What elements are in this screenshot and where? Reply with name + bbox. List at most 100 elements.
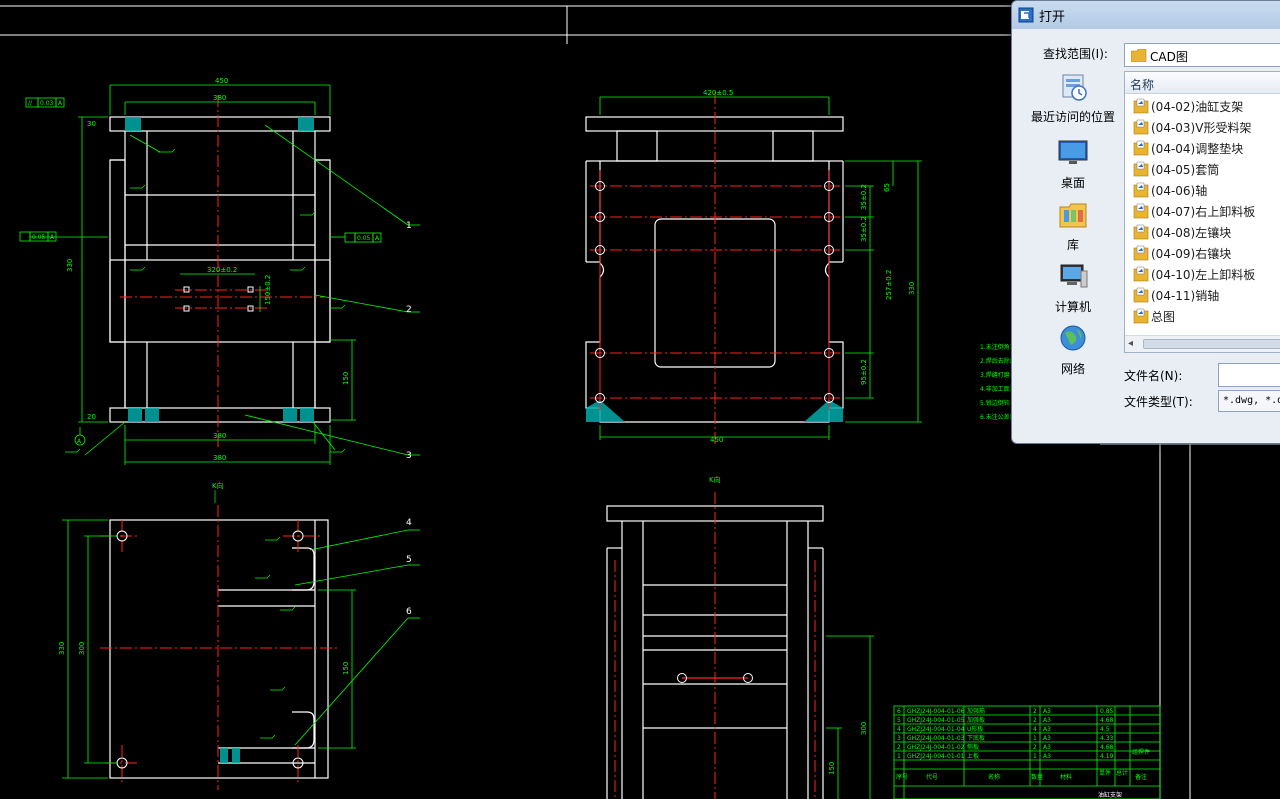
- network-icon: [1060, 325, 1086, 351]
- file-list-item[interactable]: (04-10)左上卸料板: [1133, 264, 1280, 284]
- file-list-item[interactable]: (04-02)油缸支架: [1133, 96, 1280, 116]
- svg-text:380: 380: [213, 454, 226, 462]
- dwg-file-icon: [1133, 98, 1149, 114]
- file-name: (04-03)V形受料架: [1151, 121, 1252, 135]
- file-list[interactable]: 名称 ^ (04-02)油缸支架 (04-03)V形受料架 (04-04)调整垫块 (…: [1124, 71, 1280, 353]
- place-computer[interactable]: 计算机: [1018, 261, 1128, 321]
- leader-label-2: 2: [406, 305, 412, 315]
- place-label-recent: 最近访问的位置: [1030, 110, 1115, 124]
- svg-text:450: 450: [215, 77, 228, 85]
- scroll-left-icon[interactable]: ◂: [1128, 338, 1133, 349]
- bom-cell-code: GHZJ24J-004-01-01: [907, 753, 965, 760]
- dwg-file-icon: [1133, 161, 1149, 177]
- bom-cell-w: 4.5: [1100, 726, 1110, 733]
- side-view: 420±0.5 450 330 65 35±0.2 35±0.2 257±0.2…: [585, 89, 1029, 445]
- place-desktop[interactable]: 桌面: [1018, 137, 1128, 197]
- look-in-value: CAD图: [1150, 50, 1188, 64]
- horizontal-scrollbar[interactable]: ◂ ▸: [1125, 335, 1280, 352]
- k-view-right: 300 150 K向: [606, 475, 874, 799]
- column-header-name[interactable]: 名称 ^: [1125, 72, 1280, 94]
- file-name: (04-07)右上卸料板: [1151, 205, 1256, 219]
- svg-text:65: 65: [883, 183, 891, 192]
- bom-cell-w: 4.68: [1100, 717, 1114, 724]
- k-view-left: 330 300 150 K向 4 5 6: [58, 481, 420, 790]
- bom-cell-code: GHZJ24J-004-01-04: [907, 726, 965, 733]
- parallelism-symbol: //: [28, 100, 33, 107]
- filetype-select[interactable]: *.dwg, *.dxf: [1218, 390, 1280, 412]
- file-list-item[interactable]: (04-08)左镶块: [1133, 222, 1280, 242]
- file-list-item[interactable]: (04-05)套筒: [1133, 159, 1280, 179]
- svg-text:320±0.2: 320±0.2: [207, 266, 237, 274]
- svg-text:380: 380: [213, 94, 226, 102]
- file-list-item[interactable]: (04-03)V形受料架: [1133, 117, 1280, 137]
- place-network[interactable]: 网络: [1018, 323, 1128, 383]
- bom-cell-mat: A3: [1043, 753, 1051, 760]
- bom-header-name: 名称: [988, 773, 1000, 781]
- svg-text:330: 330: [58, 642, 66, 655]
- svg-text:300: 300: [860, 722, 868, 735]
- dwg-file-icon: [1133, 287, 1149, 303]
- dialog-titlebar[interactable]: 打开: [1012, 1, 1280, 29]
- bom-cell-no: 5: [897, 717, 901, 724]
- place-library[interactable]: 库: [1018, 199, 1128, 259]
- svg-text:257±0.2: 257±0.2: [885, 270, 893, 300]
- file-list-item[interactable]: 总图: [1133, 306, 1280, 326]
- bom-cell-w: 4.19: [1100, 753, 1114, 760]
- file-name: 总图: [1151, 310, 1176, 324]
- file-list-item[interactable]: (04-09)右镶块: [1133, 243, 1280, 263]
- file-name: (04-11)销轴: [1151, 289, 1220, 303]
- bom-cell-name: 上板: [967, 752, 979, 760]
- bom-cell-no: 3: [897, 735, 901, 742]
- desktop-icon: [1058, 140, 1088, 164]
- file-list-item[interactable]: (04-06)轴: [1133, 180, 1280, 200]
- bom-cell-w: 4.33: [1100, 735, 1114, 742]
- bom-header-note: 备注: [1135, 773, 1147, 781]
- file-name: (04-06)轴: [1151, 184, 1208, 198]
- bom-cell-qty: 1: [1033, 735, 1037, 742]
- bom-table: 6 GHZJ24J-004-01-06 加强筋 2 A3 0.85 5 GHZJ24J-004…: [893, 705, 1161, 799]
- perp-right-value: 0.05: [357, 235, 371, 242]
- library-icon: [1059, 203, 1087, 228]
- k-view-label-right: K向: [709, 475, 721, 484]
- bom-cell-w: 4.68: [1100, 744, 1114, 751]
- svg-text:20: 20: [87, 413, 96, 421]
- front-view: 450 380 330 380 380 150 30 20 320±0.2 15…: [19, 77, 420, 465]
- file-list-item[interactable]: (04-07)右上卸料板: [1133, 201, 1280, 221]
- file-list-item[interactable]: (04-04)调整垫块: [1133, 138, 1280, 158]
- bom-cell-code: GHZJ24J-004-01-05: [907, 717, 965, 724]
- perp-right-ref: A: [375, 235, 380, 242]
- svg-text:35±0.2: 35±0.2: [860, 216, 868, 242]
- dwg-file-icon: [1133, 140, 1149, 156]
- bom-header-unit: 单件: [1099, 769, 1111, 777]
- svg-text:95±0.2: 95±0.2: [860, 359, 868, 385]
- leader-label-1: 1: [406, 221, 412, 231]
- bom-cell-name: 加强板: [967, 716, 985, 724]
- svg-text:35±0.2: 35±0.2: [860, 184, 868, 210]
- svg-text:420±0.5: 420±0.5: [703, 89, 733, 97]
- dwg-file-icon: [1133, 245, 1149, 261]
- look-in-dropdown[interactable]: CAD图: [1124, 43, 1280, 67]
- file-name: (04-02)油缸支架: [1151, 100, 1244, 114]
- bom-cell-code: GHZJ24J-004-01-03: [907, 735, 965, 742]
- filename-label: 文件名(N):: [1124, 369, 1183, 383]
- datum-label: A: [77, 438, 82, 445]
- place-label-library: 库: [1066, 238, 1079, 252]
- svg-text:330: 330: [66, 259, 74, 272]
- svg-text:330: 330: [908, 282, 916, 295]
- place-label-computer: 计算机: [1054, 300, 1091, 314]
- file-list-item[interactable]: (04-11)销轴: [1133, 285, 1280, 305]
- title-tag: 油缸支架: [1098, 791, 1122, 799]
- filename-input[interactable]: [1218, 363, 1280, 387]
- bom-header-code: 代号: [926, 773, 938, 781]
- bom-cell-name: U形板: [967, 725, 983, 733]
- recent-places-icon: [1062, 74, 1087, 101]
- scroll-thumb[interactable]: [1143, 339, 1280, 349]
- bom-header-total: 总计: [1116, 769, 1128, 777]
- bom-cell-w: 0.85: [1100, 708, 1114, 715]
- bom-cell-name: 加强筋: [967, 707, 985, 715]
- place-label-desktop: 桌面: [1060, 176, 1085, 190]
- place-recent[interactable]: 最近访问的位置: [1018, 71, 1128, 131]
- svg-text:150: 150: [828, 762, 836, 775]
- bom-cell-code: GHZJ24J-004-01-02: [907, 744, 965, 751]
- folder-icon: [1131, 49, 1147, 62]
